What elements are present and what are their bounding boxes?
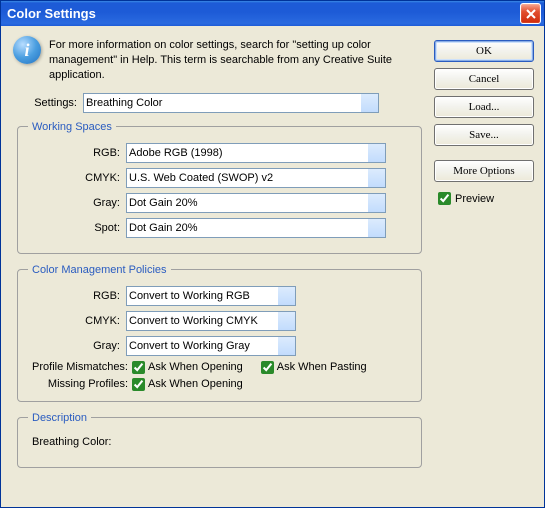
ws-gray-label: Gray: xyxy=(28,197,120,209)
policies-legend: Color Management Policies xyxy=(28,264,171,276)
working-spaces-group: Working Spaces RGB: Adobe RGB (1998) CMY… xyxy=(17,121,422,254)
working-spaces-legend: Working Spaces xyxy=(28,121,116,133)
ws-cmyk-label: CMYK: xyxy=(28,172,120,184)
preview-label: Preview xyxy=(455,193,494,205)
close-button[interactable] xyxy=(520,3,541,24)
mismatch-label: Profile Mismatches: xyxy=(28,361,128,373)
missing-opening-checkbox[interactable] xyxy=(132,378,145,391)
settings-label: Settings: xyxy=(27,97,77,109)
mismatch-pasting-label: Ask When Pasting xyxy=(277,361,367,373)
mismatch-opening-label: Ask When Opening xyxy=(148,361,243,373)
pol-rgb-label: RGB: xyxy=(28,290,120,302)
save-button[interactable]: Save... xyxy=(434,124,534,146)
more-options-button[interactable]: More Options xyxy=(434,160,534,182)
pol-gray-label: Gray: xyxy=(28,340,120,352)
info-icon: i xyxy=(13,36,41,64)
mismatch-pasting-checkbox[interactable] xyxy=(261,361,274,374)
mismatch-opening-checkbox[interactable] xyxy=(132,361,145,374)
ws-spot-label: Spot: xyxy=(28,222,120,234)
missing-opening-label: Ask When Opening xyxy=(148,378,243,390)
missing-label: Missing Profiles: xyxy=(28,378,128,390)
pol-cmyk-label: CMYK: xyxy=(28,315,120,327)
preview-checkbox[interactable] xyxy=(438,192,451,205)
ok-button[interactable]: OK xyxy=(434,40,534,62)
ws-gray-select[interactable]: Dot Gain 20% xyxy=(126,193,386,213)
cancel-button[interactable]: Cancel xyxy=(434,68,534,90)
description-text: Breathing Color: xyxy=(28,434,411,450)
ws-rgb-label: RGB: xyxy=(28,147,120,159)
settings-select[interactable]: Breathing Color xyxy=(83,93,379,113)
close-icon xyxy=(526,9,536,19)
pol-cmyk-select[interactable]: Convert to Working CMYK xyxy=(126,311,296,331)
description-legend: Description xyxy=(28,412,91,424)
titlebar: Color Settings xyxy=(1,1,544,26)
ws-cmyk-select[interactable]: U.S. Web Coated (SWOP) v2 xyxy=(126,168,386,188)
pol-gray-select[interactable]: Convert to Working Gray xyxy=(126,336,296,356)
policies-group: Color Management Policies RGB: Convert t… xyxy=(17,264,422,402)
load-button[interactable]: Load... xyxy=(434,96,534,118)
description-group: Description Breathing Color: xyxy=(17,412,422,468)
color-settings-dialog: Color Settings i For more information on… xyxy=(0,0,545,508)
ws-spot-select[interactable]: Dot Gain 20% xyxy=(126,218,386,238)
window-title: Color Settings xyxy=(7,6,96,21)
ws-rgb-select[interactable]: Adobe RGB (1998) xyxy=(126,143,386,163)
pol-rgb-select[interactable]: Convert to Working RGB xyxy=(126,286,296,306)
info-text: For more information on color settings, … xyxy=(49,36,424,83)
